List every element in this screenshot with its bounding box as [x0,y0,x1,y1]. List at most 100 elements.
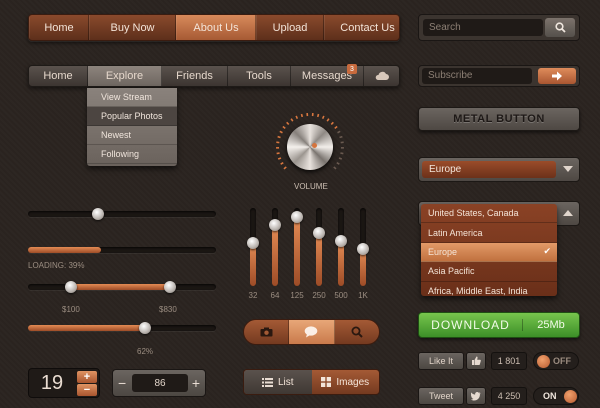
volume-tick [333,166,337,170]
thumbs-up-icon [472,356,481,365]
volume-tick [283,166,287,170]
eq-band-handle[interactable] [291,211,303,224]
volume-label: VOLUME [294,182,328,191]
price-range-fill [71,284,169,290]
magnifier-icon [351,326,363,338]
volume-tick [330,121,334,126]
slider-plain[interactable] [28,211,216,217]
spinner-minus-button[interactable]: − [77,384,97,396]
eq-band-fill [272,225,278,286]
region-option-selected[interactable]: Europe ✔ [421,242,557,263]
nav2-tools[interactable]: Tools [228,66,291,86]
eq-band-track[interactable] [316,208,322,286]
images-view-button[interactable]: Images [312,370,380,394]
grid-icon [321,377,332,387]
region-option[interactable]: Latin America [421,223,557,243]
like-count: 1 801 [491,352,527,370]
number-spinner: 19 + − [28,368,100,398]
twitter-bird-button[interactable] [466,387,486,405]
region-option[interactable]: United States, Canada [421,204,557,224]
subscribe-submit-button[interactable] [538,68,576,84]
nav-item-about-us[interactable]: About Us [176,15,256,40]
price-min-handle[interactable] [65,281,77,293]
images-view-label: Images [336,376,370,388]
explore-item-popular-photos[interactable]: Popular Photos [87,107,177,126]
like-button[interactable]: Like It [418,352,464,370]
thumbs-up-button[interactable] [466,352,486,370]
list-view-label: List [277,376,294,388]
search-tab[interactable] [335,320,379,344]
eq-band-handle[interactable] [335,234,347,247]
nav-item-contact-us[interactable]: Contact Us [324,15,399,40]
nav2-messages[interactable]: Messages 3 [291,64,364,86]
arrow-right-icon [552,71,562,81]
search-button[interactable] [545,18,575,37]
eq-band-handle[interactable] [313,226,325,239]
cloud-upload-button[interactable] [364,66,399,86]
toggle-off[interactable]: OFF [533,352,579,370]
download-button[interactable]: DOWNLOAD 25Mb [418,312,580,338]
volume-tick [277,135,281,139]
price-range-slider[interactable] [28,284,216,290]
search-input[interactable]: Search [423,19,543,36]
percent-handle[interactable] [138,322,151,334]
eq-band-fill [338,240,344,286]
volume-tick [337,130,341,134]
eq-band-fill [250,243,256,286]
nav2-home[interactable]: Home [29,66,88,86]
metal-button[interactable]: METAL BUTTON [418,107,580,131]
stepper-minus-button[interactable]: − [118,375,126,391]
primary-nav: Home Buy Now About Us Upload Contact Us [28,14,400,41]
chevron-down-icon [563,166,573,172]
volume-tick [290,118,294,122]
region-option[interactable]: Africa, Middle East, India [421,282,557,300]
eq-band-handle[interactable] [247,237,259,250]
messages-badge: 3 [347,64,357,74]
camera-tab[interactable] [244,320,290,344]
spinner-plus-button[interactable]: + [77,371,97,383]
eq-band-handle[interactable] [357,242,369,255]
subscribe-box: Subscribe [418,65,580,87]
nav-item-buy-now[interactable]: Buy Now [89,15,176,40]
region-option-label: Europe [428,246,458,257]
percent-fill [28,325,145,331]
volume-tick [279,130,283,134]
volume-tick [321,115,325,120]
media-segmented-control [243,319,380,345]
stepper-value[interactable]: 86 [132,374,188,392]
subscribe-input[interactable]: Subscribe [422,68,532,84]
volume-tick [334,125,338,129]
region-select-value: Europe [422,161,556,178]
messages-label: Messages [301,70,353,82]
chat-tab[interactable] [289,320,335,344]
explore-item-newest[interactable]: Newest [87,126,177,145]
download-label: DOWNLOAD [431,318,510,332]
nav2-explore[interactable]: Explore [88,66,162,86]
price-max-handle[interactable] [164,281,176,293]
slider-plain-handle[interactable] [92,208,104,220]
nav2-friends[interactable]: Friends [162,66,228,86]
list-view-button[interactable]: List [244,370,312,394]
eq-band-fill [316,232,322,286]
region-option[interactable]: Asia Pacific [421,262,557,282]
volume-knob[interactable] [281,118,339,176]
toggle-knob [537,355,550,368]
explore-item-view-stream[interactable]: View Stream [87,88,177,107]
eq-band-handle[interactable] [269,219,281,232]
stepper-plus-button[interactable]: + [192,375,200,391]
toggle-on[interactable]: ON [533,387,579,405]
nav-item-upload[interactable]: Upload [256,15,324,40]
nav-item-home[interactable]: Home [29,15,89,40]
tweet-button[interactable]: Tweet [418,387,464,405]
eq-band-track[interactable] [338,208,344,286]
check-icon: ✔ [543,246,551,257]
number-spinner-value[interactable]: 19 [29,369,75,397]
price-max-label: $830 [159,305,177,314]
toggle-knob [564,390,577,403]
loading-label: LOADING: 39% [28,261,85,270]
price-min-label: $100 [62,305,80,314]
region-select[interactable]: Europe [418,157,580,182]
percent-slider[interactable] [28,325,216,331]
volume-tick [276,152,280,155]
explore-item-following[interactable]: Following [87,145,177,164]
